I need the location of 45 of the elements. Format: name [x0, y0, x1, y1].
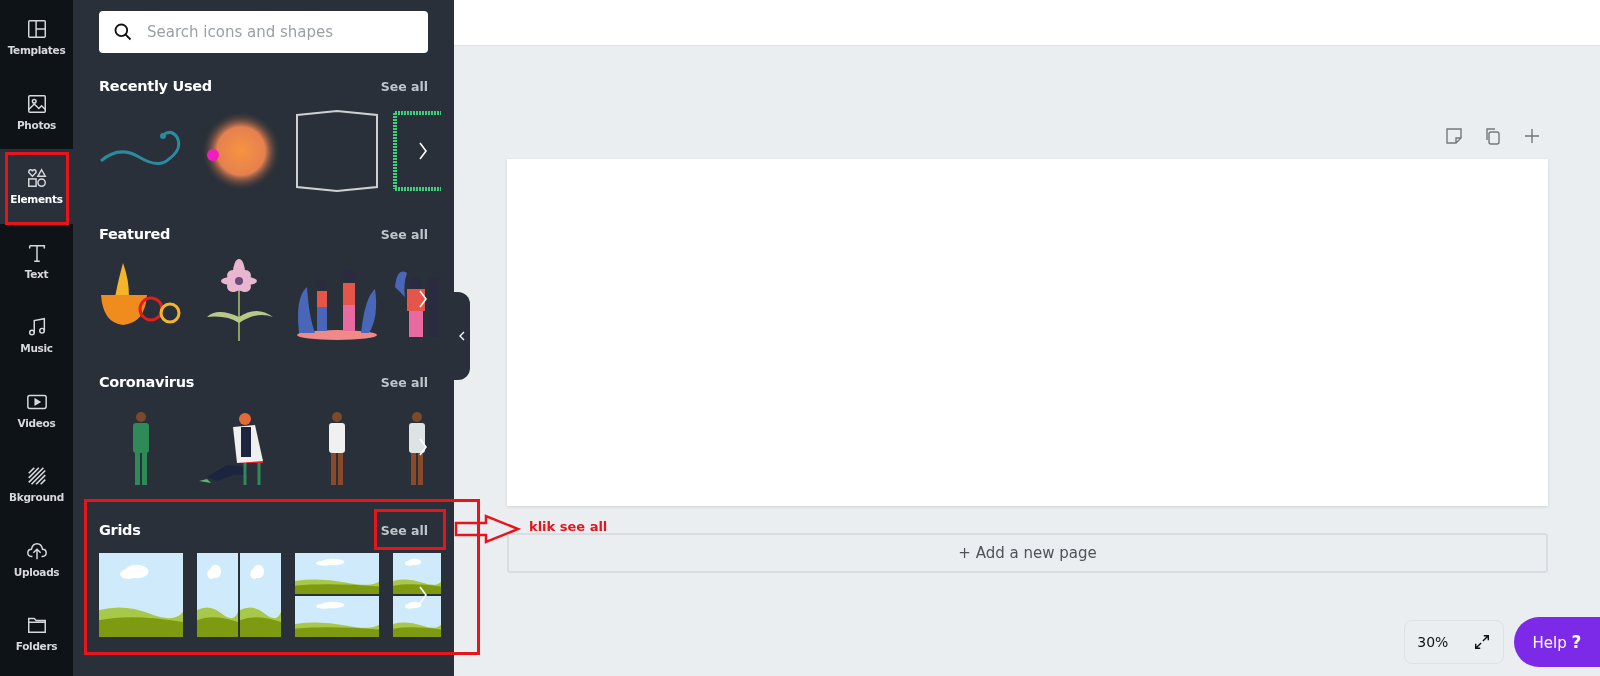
- two-column-grid-thumbnail[interactable]: [197, 553, 281, 637]
- shapes-icon: [25, 167, 48, 190]
- sidebar-item[interactable]: Music: [0, 298, 73, 373]
- search-bar[interactable]: Search icons and shapes: [99, 11, 428, 53]
- templates-icon: [25, 18, 48, 41]
- section-title: Coronavirus: [99, 374, 195, 390]
- frame-thumbnail[interactable]: [295, 109, 379, 193]
- sidebar-item[interactable]: Bkground: [0, 447, 73, 522]
- copy-icon[interactable]: [1483, 126, 1503, 146]
- see-all-link[interactable]: See all: [380, 374, 428, 390]
- photo-icon: [25, 92, 48, 115]
- help-button[interactable]: Help ?: [1514, 617, 1600, 667]
- chevron-right-icon[interactable]: [418, 141, 428, 161]
- note-icon[interactable]: [1444, 126, 1464, 146]
- sidebar-item[interactable]: Videos: [0, 372, 73, 447]
- section-title: Featured: [99, 226, 171, 242]
- sidebar-item[interactable]: Elements: [0, 149, 73, 224]
- add-page-button[interactable]: + Add a new page: [507, 533, 1548, 573]
- sidebar-item[interactable]: Folders: [0, 596, 73, 671]
- chevron-left-icon: [458, 331, 465, 341]
- see-all-link[interactable]: See all: [380, 522, 428, 538]
- section-title: Recently Used: [99, 78, 212, 94]
- chevron-right-icon[interactable]: [418, 585, 428, 605]
- expand-icon[interactable]: [1472, 633, 1491, 651]
- zoom-control[interactable]: 30%: [1404, 620, 1504, 664]
- plus-icon[interactable]: [1522, 126, 1542, 146]
- single-grid-thumbnail[interactable]: [99, 553, 183, 637]
- search-icon: [113, 22, 133, 42]
- section-title: Grids: [99, 522, 141, 538]
- chevron-right-icon[interactable]: [418, 437, 428, 457]
- collapse-panel-tab[interactable]: [453, 292, 470, 380]
- two-row-grid-thumbnail[interactable]: [393, 553, 441, 637]
- arrow-annotation: [454, 514, 522, 544]
- sidebar-item[interactable]: Photos: [0, 74, 73, 149]
- two-row-grid-thumbnail[interactable]: [295, 553, 379, 637]
- striped-background-icon: [25, 465, 48, 488]
- zoom-level: 30%: [1417, 634, 1449, 650]
- see-all-link[interactable]: See all: [380, 78, 428, 94]
- sidebar-item[interactable]: Text: [0, 223, 73, 298]
- see-all-link[interactable]: See all: [380, 226, 428, 242]
- annotation-text: klik see all: [529, 519, 608, 534]
- chevron-right-icon[interactable]: [418, 289, 428, 309]
- sidebar-item[interactable]: Uploads: [0, 521, 73, 596]
- frame-thumbnail[interactable]: [393, 109, 441, 193]
- sidebar-item[interactable]: Templates: [0, 0, 73, 75]
